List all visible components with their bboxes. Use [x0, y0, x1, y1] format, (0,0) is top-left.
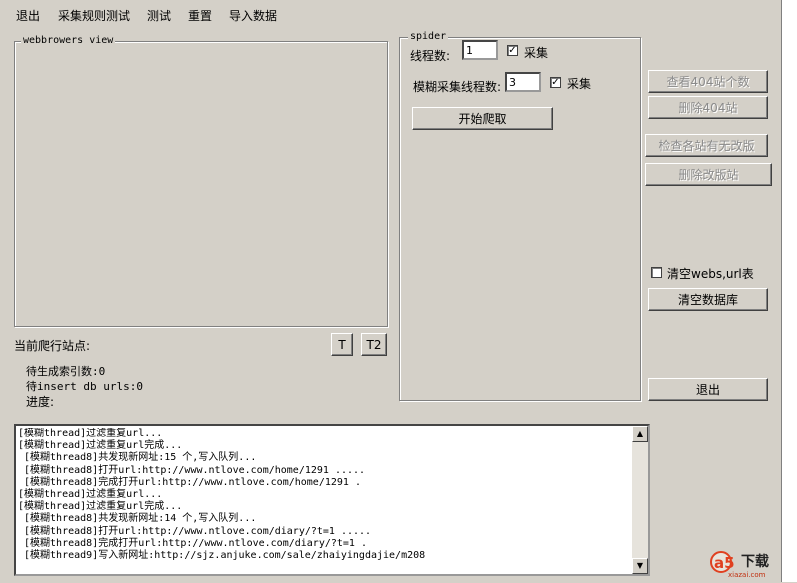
- collect-label-2: 采集: [567, 77, 592, 91]
- log-line: [模糊thread]过滤重复url完成...: [18, 440, 183, 452]
- log-text: [模糊thread]过滤重复url... [模糊thread]过滤重复url完成.…: [18, 428, 630, 572]
- delete-404-button[interactable]: 删除404站: [648, 96, 768, 119]
- menu-bar: 退出 采集规则测试 测试 重置 导入数据: [0, 0, 780, 30]
- watermark-brand: a5: [714, 554, 735, 572]
- progress-label: 进度:: [26, 395, 55, 409]
- current-site-label: 当前爬行站点:: [14, 339, 91, 353]
- log-line: [模糊thread8]共发现新网址:14 个,写入队列...: [18, 513, 257, 525]
- log-line: [模糊thread]过滤重复url...: [18, 428, 163, 439]
- watermark-title: 下载: [741, 553, 769, 570]
- clear-webs-checkbox[interactable]: [651, 267, 662, 278]
- view-404-button[interactable]: 查看404站个数: [648, 70, 768, 93]
- t-button[interactable]: T: [331, 333, 353, 356]
- fuzzy-threads-label: 模糊采集线程数:: [413, 80, 502, 94]
- collect-label-1: 采集: [524, 46, 549, 60]
- watermark-url: xiazai.com: [728, 571, 766, 579]
- pending-index-count: 待生成索引数:0: [26, 365, 106, 378]
- menu-rule-test[interactable]: 采集规则测试: [58, 7, 130, 24]
- exit-button[interactable]: 退出: [648, 378, 768, 401]
- delete-revised-button[interactable]: 删除改版站: [645, 163, 772, 186]
- log-textarea[interactable]: [模糊thread]过滤重复url... [模糊thread]过滤重复url完成.…: [14, 424, 650, 576]
- collect-checkbox-1[interactable]: ✓: [507, 45, 518, 56]
- spider-title: spider: [408, 31, 449, 43]
- menu-test[interactable]: 测试: [147, 7, 171, 24]
- menu-reset[interactable]: 重置: [188, 7, 212, 24]
- pending-insert-count: 待insert db urls:0: [26, 380, 143, 393]
- t2-button[interactable]: T2: [361, 333, 387, 356]
- window-right-edge: [781, 0, 797, 582]
- webbrowser-view-title: webbrowers view: [21, 35, 116, 47]
- log-line: [模糊thread8]共发现新网址:15 个,写入队列...: [18, 452, 257, 464]
- log-line: [模糊thread8]打开url:http://www.ntlove.com/d…: [18, 525, 372, 537]
- fuzzy-threads-input[interactable]: 3: [505, 72, 541, 92]
- threads-input[interactable]: 1: [462, 40, 498, 60]
- start-crawl-button[interactable]: 开始爬取: [412, 107, 553, 130]
- a5-logo-icon: a5 下载 xiazai.com: [710, 551, 769, 579]
- scroll-up-icon[interactable]: ▲: [632, 426, 648, 442]
- menu-exit[interactable]: 退出: [16, 7, 40, 24]
- log-line: [模糊thread9]写入新网址:http://sjz.anjuke.com/s…: [18, 550, 426, 562]
- log-line: [模糊thread]过滤重复url完成...: [18, 501, 183, 513]
- collect-checkbox-2[interactable]: ✓: [550, 77, 561, 88]
- log-scrollbar[interactable]: ▲ ▼: [632, 426, 648, 574]
- clear-database-button[interactable]: 清空数据库: [648, 288, 768, 311]
- check-revision-button[interactable]: 检查各站有无改版: [645, 134, 768, 157]
- a5-watermark-logo: a5 下载 xiazai.com: [708, 548, 788, 580]
- log-line: [模糊thread8]打开url:http://www.ntlove.com/h…: [18, 464, 366, 476]
- scroll-down-icon[interactable]: ▼: [632, 558, 648, 574]
- log-line: [模糊thread8]完成打开url:http://www.ntlove.com…: [18, 476, 361, 488]
- threads-label: 线程数:: [410, 49, 451, 63]
- menu-import-data[interactable]: 导入数据: [229, 7, 277, 24]
- webbrowser-view-group: webbrowers view: [14, 35, 388, 327]
- log-line: [模糊thread]过滤重复url...: [18, 489, 163, 501]
- log-line: [模糊thread8]完成打开url:http://www.ntlove.com…: [18, 537, 367, 549]
- clear-webs-label: 清空webs,url表: [667, 267, 754, 281]
